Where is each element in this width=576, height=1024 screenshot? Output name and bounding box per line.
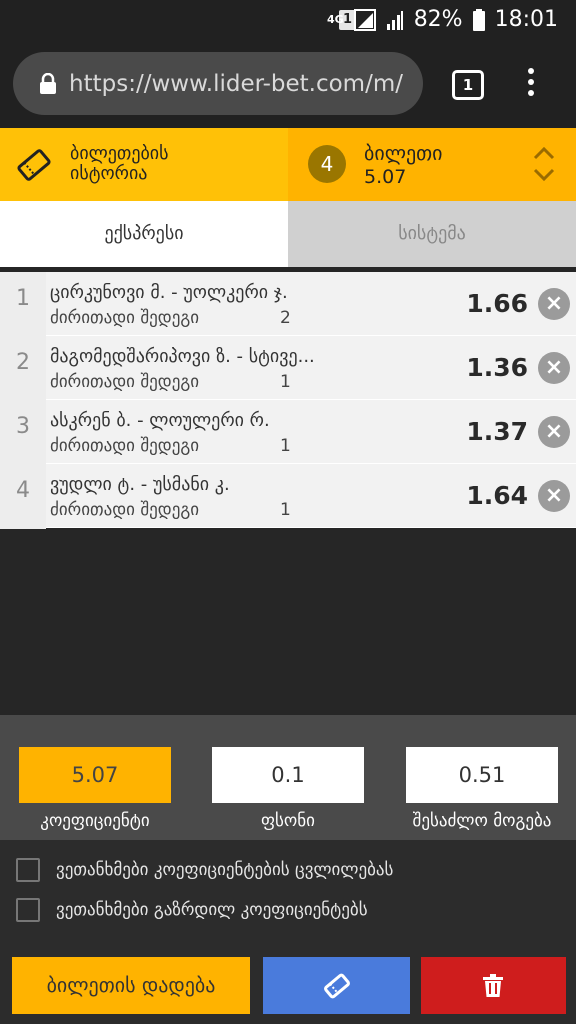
bet-market: ძირითადი შედეგი	[50, 436, 200, 456]
coefficient-label: კოეფიციენტი	[40, 811, 150, 831]
vertical-dots-icon[interactable]	[525, 68, 537, 100]
bet-market: ძირითადი შედეგი	[50, 500, 200, 520]
delete-ticket-button[interactable]	[421, 957, 566, 1014]
ticket-icon	[323, 972, 351, 1004]
bet-market: ძირითადი შედეგი	[50, 372, 200, 392]
remove-bet-button[interactable]: ×	[530, 464, 576, 528]
accept-increased-odds-label: ვეთანხმები გაზრდილ კოეფიციენტებს	[56, 900, 368, 920]
tab-switcher-button[interactable]: 1	[452, 70, 484, 100]
ticket-count-badge: 4	[308, 145, 346, 183]
bet-summary-panel: 5.07 კოეფიციენტი 0.1 ფსონი 0.51 შესაძლო …	[0, 715, 576, 840]
bet-details: ასკრენ ბ. - ლოულერი რ. ძირითადი შედეგი 1…	[46, 400, 530, 464]
bet-index: 4	[0, 464, 46, 529]
bet-outcome: 1	[280, 436, 291, 456]
clock: 18:01	[494, 7, 558, 32]
ticket-icon	[16, 148, 52, 186]
accept-odds-change-checkbox[interactable]	[16, 858, 40, 882]
tab-express[interactable]: ექსპრესი	[0, 201, 288, 267]
possible-win-label: შესაძლო მოგება	[412, 811, 552, 831]
ticket-history-label: ბილეთების ისტორია	[70, 143, 169, 184]
bet-outcome: 1	[280, 372, 291, 392]
bet-odds: 1.66	[466, 289, 528, 318]
close-icon: ×	[538, 288, 570, 320]
network-type: 4G	[327, 13, 344, 26]
status-bar: 1 4G 82% 18:01	[0, 0, 576, 40]
bet-row: 3 ასკრენ ბ. - ლოულერი რ. ძირითადი შედეგი…	[0, 400, 576, 465]
ticket-title: ბილეთი	[364, 141, 443, 165]
possible-win-value: 0.51	[406, 747, 558, 803]
bet-row: 1 ცირკუნოვი მ. - უოლკერი ჯ. ძირითადი შედ…	[0, 272, 576, 337]
ticket-summary[interactable]: 4 ბილეთი 5.07	[288, 128, 576, 201]
battery-icon	[472, 8, 485, 31]
accept-increased-odds-checkbox[interactable]	[16, 898, 40, 922]
remove-bet-button[interactable]: ×	[530, 336, 576, 400]
ticket-history-button[interactable]: ბილეთების ისტორია	[0, 128, 288, 201]
bet-row: 2 მაგომედშარიპოვი ზ. - სტივე... ძირითადი…	[0, 336, 576, 401]
accept-odds-change-option[interactable]: ვეთანხმები კოეფიციენტების ცვლილებას	[16, 858, 393, 882]
bet-options: ვეთანხმები კოეფიციენტების ცვლილებას ვეთა…	[0, 840, 576, 946]
remove-bet-button[interactable]: ×	[530, 400, 576, 464]
browser-toolbar: https://www.lider-bet.com/m/ 1	[0, 40, 576, 128]
possible-win-stat: 0.51 შესაძლო მოგება	[406, 747, 558, 831]
coefficient-stat: 5.07 კოეფიციენტი	[19, 747, 171, 831]
bet-index: 3	[0, 400, 46, 465]
bet-index: 1	[0, 272, 46, 337]
stake-label: ფსონი	[261, 811, 315, 831]
battery-percent: 82%	[413, 7, 463, 32]
bet-type-tabs: ექსპრესი სისტემა	[0, 201, 576, 267]
bet-list: 1 ცირკუნოვი მ. - უოლკერი ჯ. ძირითადი შედ…	[0, 272, 576, 529]
bet-odds: 1.64	[466, 481, 528, 510]
bet-match: ვუდლი ტ. - უსმანი კ.	[50, 474, 230, 495]
bet-row: 4 ვუდლი ტ. - უსმანი კ. ძირითადი შედეგი 1…	[0, 464, 576, 529]
bet-odds: 1.37	[466, 417, 528, 446]
trash-icon	[483, 974, 503, 1002]
bet-match: ასკრენ ბ. - ლოულერი რ.	[50, 410, 270, 431]
bet-index: 2	[0, 336, 46, 401]
expand-collapse-icon[interactable]	[532, 146, 556, 186]
place-bet-button[interactable]: ბილეთის დადება	[12, 957, 250, 1014]
signal-icon	[353, 8, 376, 31]
ticket-header: ბილეთების ისტორია 4 ბილეთი 5.07	[0, 128, 576, 201]
signal-icon-secondary	[386, 10, 403, 30]
stake-input[interactable]: 0.1	[212, 747, 364, 803]
tab-system[interactable]: სისტემა	[288, 201, 576, 267]
bet-details: ცირკუნოვი მ. - უოლკერი ჯ. ძირითადი შედეგ…	[46, 272, 530, 336]
bet-match: ცირკუნოვი მ. - უოლკერი ჯ.	[50, 282, 288, 303]
edit-ticket-button[interactable]	[263, 957, 410, 1014]
bet-match: მაგომედშარიპოვი ზ. - სტივე...	[50, 346, 315, 367]
close-icon: ×	[538, 352, 570, 384]
bet-odds: 1.36	[466, 353, 528, 382]
action-bar: ბილეთის დადება	[0, 946, 576, 1024]
close-icon: ×	[538, 480, 570, 512]
bet-outcome: 1	[280, 500, 291, 520]
close-icon: ×	[538, 416, 570, 448]
remove-bet-button[interactable]: ×	[530, 272, 576, 336]
bet-details: მაგომედშარიპოვი ზ. - სტივე... ძირითადი შ…	[46, 336, 530, 400]
stake-stat: 0.1 ფსონი	[212, 747, 364, 831]
accept-odds-change-label: ვეთანხმები კოეფიციენტების ცვლილებას	[56, 860, 394, 880]
coefficient-value: 5.07	[19, 747, 171, 803]
bet-details: ვუდლი ტ. - უსმანი კ. ძირითადი შედეგი 1 1…	[46, 464, 530, 528]
ticket-total-odds: 5.07	[364, 166, 407, 188]
url-text: https://www.lider-bet.com/m/	[69, 70, 403, 97]
bet-outcome: 2	[280, 308, 291, 328]
lock-icon	[39, 72, 57, 95]
bet-market: ძირითადი შედეგი	[50, 308, 200, 328]
accept-increased-odds-option[interactable]: ვეთანხმები გაზრდილ კოეფიციენტებს	[16, 898, 368, 922]
address-bar[interactable]: https://www.lider-bet.com/m/	[13, 52, 423, 115]
